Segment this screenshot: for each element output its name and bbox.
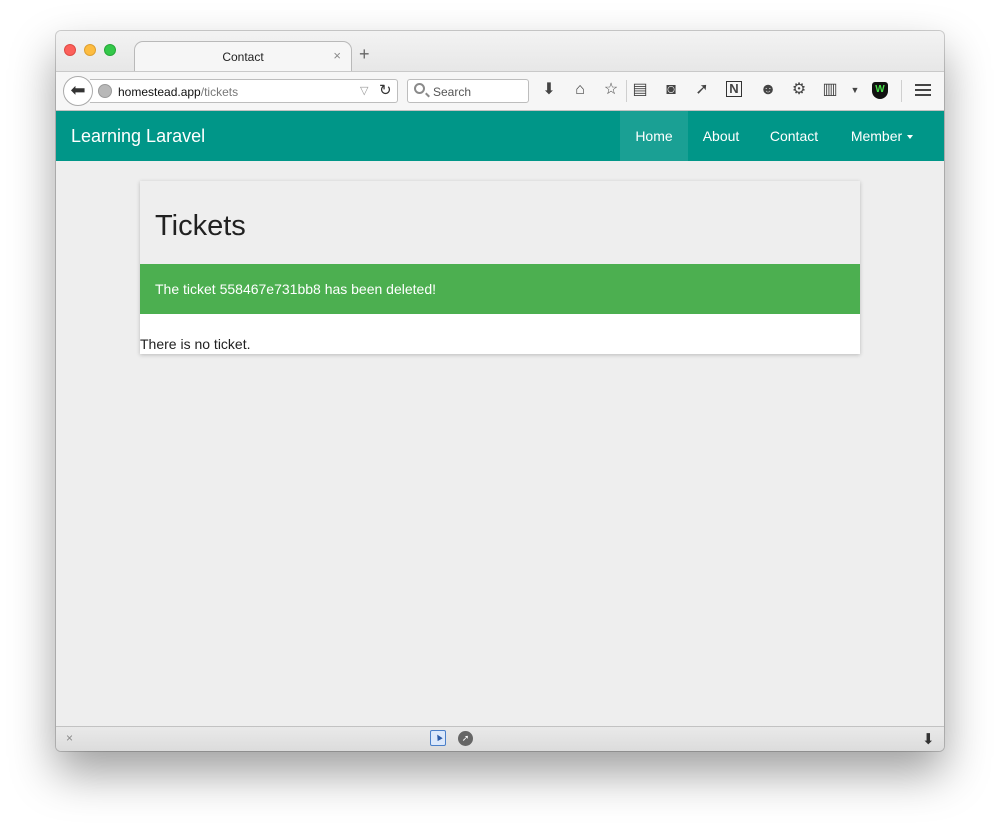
chat-icon[interactable]: ☻ (758, 81, 778, 99)
shield-icon[interactable]: W (872, 82, 888, 99)
title-bar: Contact × + (56, 31, 944, 72)
search-icon (414, 83, 425, 94)
site-navbar: Learning Laravel Home About Contact Memb… (56, 111, 944, 161)
menu-icon[interactable] (915, 84, 931, 98)
download-icon[interactable]: ⬇ (922, 730, 935, 748)
toolbar-separator (901, 80, 902, 102)
evernote-icon[interactable]: N (726, 81, 742, 97)
browser-window: Contact × + homestead.app/tickets ▽ ↻ ⬅ … (56, 31, 944, 751)
compass-icon[interactable]: ➚ (458, 731, 473, 746)
empty-state-message: There is no ticket. (140, 336, 251, 352)
new-tab-button[interactable]: + (359, 45, 370, 63)
page-title: Tickets (155, 210, 246, 242)
reload-icon[interactable]: ↻ (379, 81, 392, 99)
alert-message: The ticket 558467e731bb8 has been delete… (155, 281, 437, 297)
tab-close-icon[interactable]: × (333, 48, 341, 63)
status-bar: × ➚ ⬇ (56, 726, 944, 751)
browser-tab[interactable]: Contact × (134, 41, 352, 72)
send-icon[interactable]: ➚ (692, 81, 712, 99)
zoom-window-button[interactable] (104, 44, 116, 56)
nav-member-label: Member (850, 128, 903, 144)
tickets-panel: Tickets The ticket 558467e731bb8 has bee… (140, 181, 860, 354)
nav-about[interactable]: About (688, 111, 754, 161)
page-content: Learning Laravel Home About Contact Memb… (56, 111, 944, 726)
home-icon[interactable]: ⌂ (570, 81, 590, 99)
toolbar-separator (626, 80, 627, 102)
success-alert: The ticket 558467e731bb8 has been delete… (140, 264, 860, 314)
minimize-window-button[interactable] (84, 44, 96, 56)
clipboard-icon[interactable]: ▥ (820, 81, 840, 99)
back-button[interactable]: ⬅ (63, 76, 93, 106)
browser-toolbar: homestead.app/tickets ▽ ↻ ⬅ Search ⬇ ⌂ ☆… (56, 71, 944, 111)
close-window-button[interactable] (64, 44, 76, 56)
close-icon[interactable]: × (66, 731, 73, 745)
caret-down-icon (907, 135, 914, 140)
pocket-icon[interactable]: ◙ (661, 81, 681, 99)
clipboard-dropdown-icon[interactable]: ▼ (845, 81, 865, 99)
cursor-tool-icon[interactable] (430, 730, 446, 746)
extension-icon[interactable]: ⚙ (789, 81, 809, 99)
tab-title: Contact (222, 50, 264, 64)
panel-heading: Tickets (140, 181, 860, 264)
history-dropdown-icon[interactable]: ▽ (360, 84, 368, 97)
download-icon[interactable]: ⬇ (539, 81, 559, 99)
brand-link[interactable]: Learning Laravel (71, 126, 205, 147)
globe-icon (98, 84, 112, 98)
nav-home[interactable]: Home (620, 111, 688, 161)
back-arrow-icon: ⬅ (70, 80, 86, 100)
bookmark-star-icon[interactable]: ☆ (601, 81, 621, 99)
url-text: homestead.app/tickets (118, 85, 238, 99)
nav-contact[interactable]: Contact (754, 111, 834, 161)
reading-list-icon[interactable]: ▤ (630, 81, 650, 99)
search-input[interactable]: Search (407, 79, 529, 103)
url-path: /tickets (200, 85, 239, 99)
search-placeholder: Search (433, 85, 472, 99)
url-host: homestead.app (118, 85, 201, 99)
url-bar[interactable]: homestead.app/tickets ▽ ↻ (90, 79, 398, 103)
nav-member-dropdown[interactable]: Member (834, 111, 930, 161)
